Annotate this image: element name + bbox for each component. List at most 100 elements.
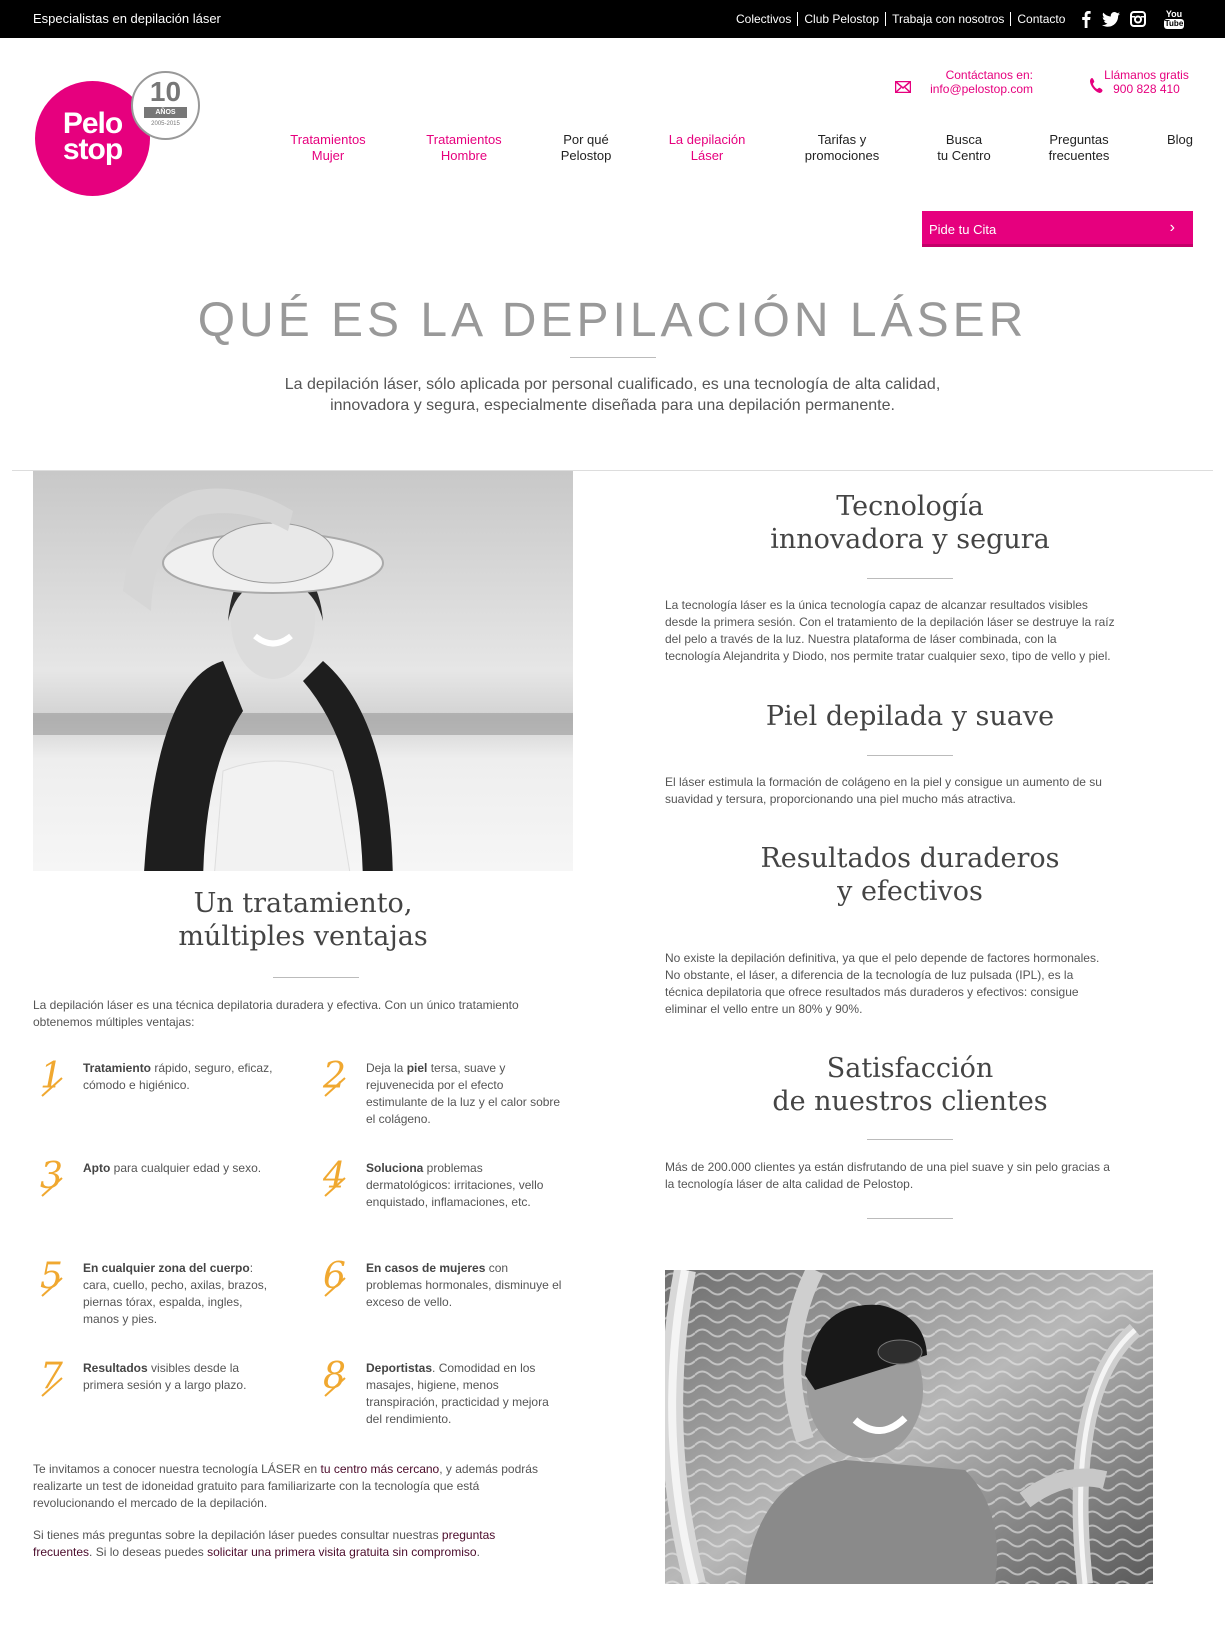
page-title: QUÉ ES LA DEPILACIÓN LÁSER — [197, 294, 1028, 347]
chevron-right-icon: › — [1169, 219, 1175, 236]
advantage-digit: 2 — [322, 1056, 346, 1097]
advantage-number-icon: 7 — [36, 1356, 76, 1400]
advantage-line: dermatológicos: irritaciones, vello — [366, 1178, 544, 1192]
twitter-icon[interactable] — [1101, 9, 1121, 29]
badge-years: 2005-2015 — [151, 121, 180, 127]
hero-subtitle-line: innovadora y segura, especialmente diseñ… — [330, 397, 895, 414]
nav-label-2: Pelostop — [560, 148, 612, 163]
invite-text: , y además podrás — [439, 1462, 538, 1476]
intro-line: La depilación láser es una técnica depil… — [33, 998, 519, 1012]
nav-label-2: Láser — [690, 148, 724, 163]
invite-text: Te invitamos a conocer nuestra tecnologí… — [33, 1462, 321, 1476]
section-text-piel: El láser estimula la formación de coláge… — [665, 774, 1165, 808]
advantage-line: Apto para cualquier edad y sexo. — [83, 1160, 323, 1177]
nav-label-1: Tratamientos — [290, 132, 366, 147]
nav-busca-centro[interactable]: Busca tu Centro — [924, 132, 1004, 164]
advantage-text: En casos de mujeres con problemas hormona… — [366, 1260, 606, 1311]
nav-label-1: Por qué — [563, 132, 609, 147]
advantage-line: cara, cuello, pecho, axilas, brazos, — [83, 1278, 268, 1292]
top-bar: Especialistas en depilación láser Colect… — [0, 0, 1225, 38]
intro-line: obtenemos múltiples ventajas: — [33, 1015, 195, 1029]
swimmer-photo — [665, 1270, 1153, 1584]
invite-paragraph: Te invitamos a conocer nuestra tecnologí… — [33, 1461, 593, 1512]
advantage-text: Resultados visibles desde la primera sesi… — [83, 1360, 323, 1394]
advantage-line: del rendimiento. — [366, 1412, 452, 1426]
faq-text: . Si lo deseas puedes — [89, 1545, 208, 1559]
top-link-colectivos[interactable]: Colectivos — [736, 12, 799, 26]
facebook-icon[interactable] — [1079, 9, 1093, 29]
nav-depilacion-laser[interactable]: La depilación Láser — [657, 132, 757, 164]
pide-tu-cita-button[interactable]: Pide tu Cita › — [922, 211, 1193, 247]
advantage-rest: rápido, seguro, eficaz, — [151, 1061, 273, 1075]
faq-line-1: Si tienes más preguntas sobre la depilac… — [33, 1527, 593, 1544]
advantage-line: exceso de vello. — [366, 1295, 453, 1309]
contact-phone-number[interactable]: 900 828 410 — [1113, 82, 1180, 96]
contact-phone-label: Llámanos gratis — [1104, 68, 1189, 82]
advantage-keyword: piel — [406, 1061, 428, 1075]
nav-tarifas-promociones[interactable]: Tarifas y promociones — [790, 132, 894, 164]
faq-paragraph: Si tienes más preguntas sobre la depilac… — [33, 1527, 593, 1561]
heading-rule — [273, 977, 359, 978]
nav-preguntas-frecuentes[interactable]: Preguntas frecuentes — [1034, 132, 1124, 164]
advantage-line: enquistado, inflamaciones, etc. — [366, 1195, 531, 1209]
top-link-club[interactable]: Club Pelostop — [798, 12, 887, 26]
logo-text-stop: stop — [62, 133, 123, 166]
text-line: El láser estimula la formación de coláge… — [665, 775, 1102, 789]
heading-line: Tecnología — [836, 491, 984, 522]
top-link-contacto[interactable]: Contacto — [1011, 12, 1071, 26]
advantage-line: En casos de mujeres con — [366, 1260, 606, 1277]
advantage-line: primera sesión y a largo plazo. — [83, 1378, 247, 1392]
cta-label: Pide tu Cita — [929, 222, 997, 237]
advantage-rest: para cualquier edad y sexo. — [110, 1161, 262, 1175]
advantage-digit: 6 — [323, 1256, 346, 1297]
text-line: del pelo a través de la luz. Nuestra pla… — [665, 632, 1057, 646]
faq-link-cont[interactable]: frecuentes — [33, 1545, 89, 1559]
text-line: la tecnología láser de alta calidad de P… — [665, 1177, 914, 1191]
nav-blog[interactable]: Blog — [1160, 132, 1200, 148]
faq-link[interactable]: preguntas — [442, 1528, 495, 1542]
advantage-keyword: Deportistas — [366, 1361, 433, 1375]
nav-label-1: Tratamientos — [426, 132, 502, 147]
text-line: técnica depilatoria que ofrece resultado… — [665, 985, 1079, 999]
advantage-line: Deportistas. Comodidad en los — [366, 1360, 606, 1377]
advantages-intro: La depilación láser es una técnica depil… — [33, 997, 593, 1031]
heading-line: Piel depilada y suave — [765, 701, 1055, 732]
advantage-digit: 1 — [40, 1056, 63, 1097]
text-line: No obstante, el láser, a diferencia de l… — [665, 968, 1074, 982]
top-link-trabaja[interactable]: Trabaja con nosotros — [886, 12, 1012, 26]
free-visit-link[interactable]: solicitar una primera visita gratuita si… — [207, 1545, 476, 1559]
advantage-keyword: En cualquier zona del cuerpo — [83, 1261, 250, 1275]
section-heading-satisfaccion: Satisfacción de nuestros clientes — [665, 1052, 1155, 1118]
faq-text: Si tienes más preguntas sobre la depilac… — [33, 1528, 442, 1542]
heading-line: Resultados duraderos — [760, 843, 1060, 874]
advantage-digit: 7 — [40, 1356, 63, 1397]
nav-label-1: Blog — [1166, 132, 1194, 147]
hero-subtitle: La depilación láser, sólo aplicada por p… — [200, 374, 1025, 416]
instagram-icon[interactable] — [1129, 9, 1147, 29]
nav-por-que-pelostop[interactable]: Por qué Pelostop — [546, 132, 626, 164]
advantage-line: problemas hormonales, disminuye el — [366, 1278, 562, 1292]
nav-label-1: Busca — [945, 132, 983, 147]
woman-hat-photo — [33, 471, 573, 871]
advantage-number-icon: 8 — [319, 1356, 359, 1400]
youtube-icon[interactable]: You Tube — [1163, 7, 1185, 31]
text-line: No existe la depilación definitiva, ya q… — [665, 951, 1100, 965]
nav-label-1: Tarifas y — [817, 132, 867, 147]
advantage-line: transpiración, practicidad y mejora — [366, 1395, 549, 1409]
heading-rule — [867, 755, 953, 756]
nav-tratamientos-mujer[interactable]: Tratamientos Mujer — [280, 132, 376, 164]
nav-label-2: Hombre — [440, 148, 488, 163]
advantage-text: Apto para cualquier edad y sexo. — [83, 1160, 323, 1177]
mail-icon — [895, 81, 911, 93]
advantage-line: estimulante de la luz y el calor sobre — [366, 1095, 561, 1109]
advantage-rest: tersa, suave y — [427, 1061, 506, 1075]
contact-mail-link[interactable]: info@pelostop.com — [930, 82, 1033, 96]
section-text-satisfaccion: Más de 200.000 clientes ya están disfrut… — [665, 1159, 1165, 1193]
youtube-tube: Tube — [1163, 19, 1185, 29]
advantage-rest: . Comodidad en los — [432, 1361, 536, 1375]
advantage-text: En cualquier zona del cuerpo: cara, cuell… — [83, 1260, 323, 1328]
nav-tratamientos-hombre[interactable]: Tratamientos Hombre — [416, 132, 512, 164]
nearest-centre-link[interactable]: tu centro más cercano — [321, 1462, 440, 1476]
advantage-number-icon: 3 — [36, 1156, 76, 1200]
advantage-rest: problemas — [423, 1161, 483, 1175]
